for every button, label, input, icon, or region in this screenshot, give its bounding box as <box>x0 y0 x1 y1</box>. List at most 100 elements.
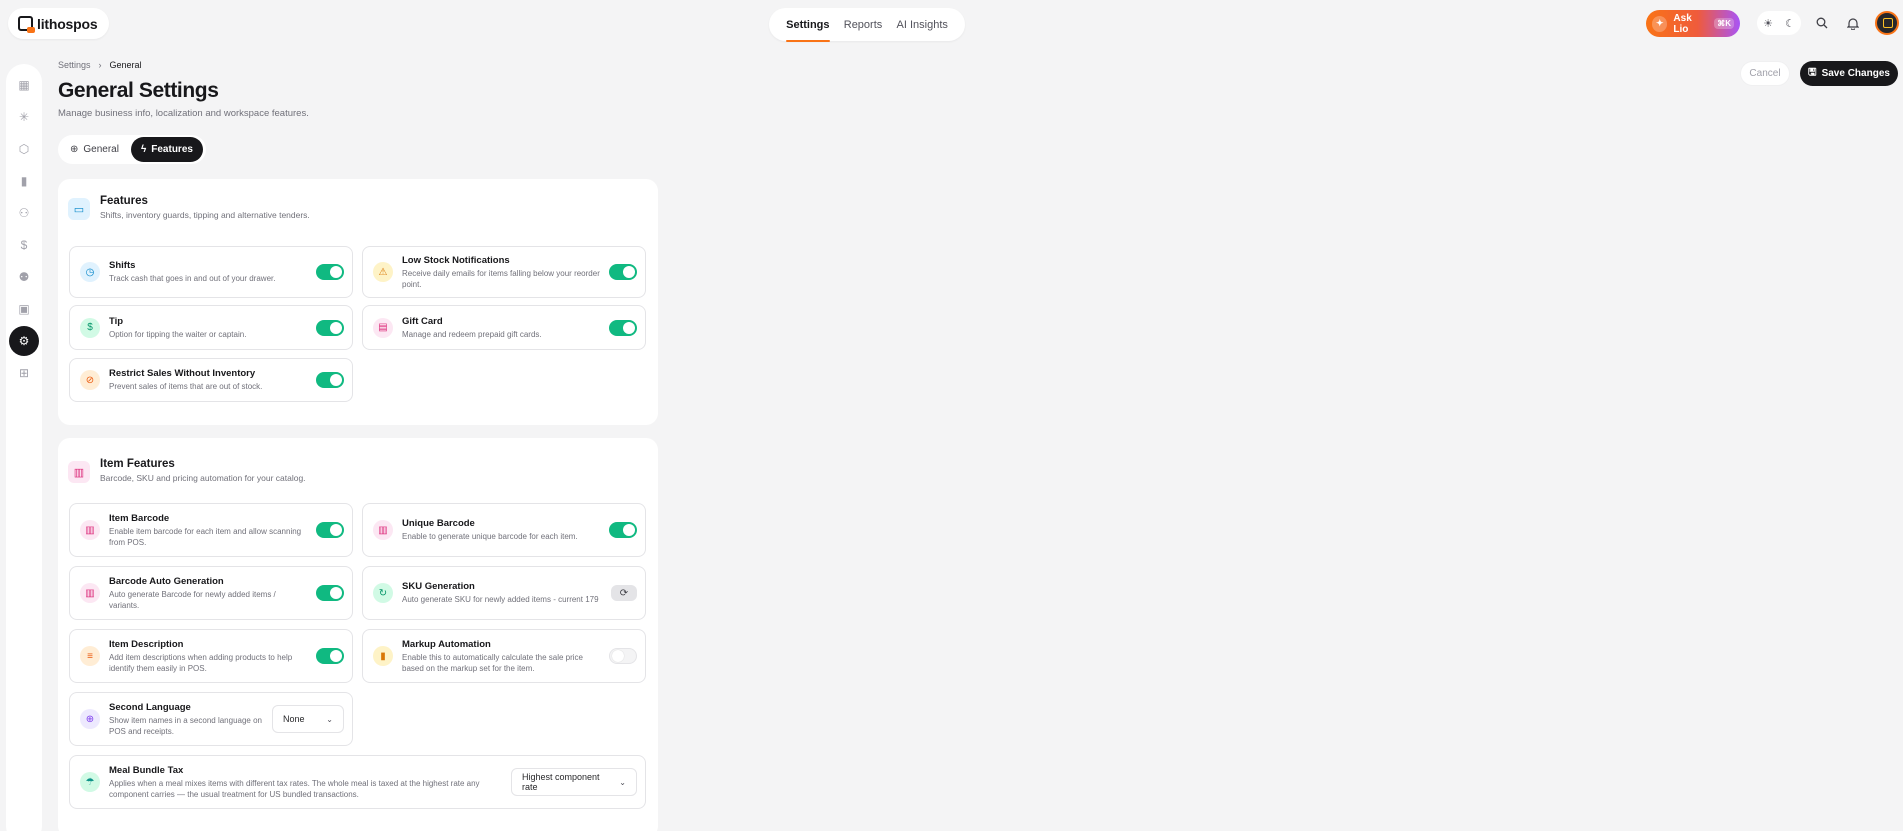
select-value: None <box>283 714 305 724</box>
customers-icon[interactable]: ⚇ <box>10 202 38 224</box>
tab-features-label: Features <box>151 144 193 155</box>
pos-icon[interactable]: ✳ <box>10 106 38 128</box>
sparkle-icon: ✦ <box>1652 15 1668 32</box>
feature-title: Barcode Auto Generation <box>109 575 224 587</box>
feature-title: Item Barcode <box>109 512 170 524</box>
meal-bundle-tax-select[interactable]: Highest component rate ⌄ <box>511 768 637 796</box>
chart-icon: ▮ <box>373 646 393 666</box>
feature-title: Meal Bundle Tax <box>109 764 184 776</box>
chevron-down-icon: ⌄ <box>619 777 626 787</box>
feature-meal-bundle-tax: ☂ Meal Bundle Tax Applies when a meal mi… <box>69 755 646 809</box>
feature-restrict-sales: ⊘ Restrict Sales Without Inventory Preve… <box>69 358 353 402</box>
nav-settings[interactable]: Settings <box>786 19 830 42</box>
moon-icon[interactable]: ☾ <box>1785 17 1795 30</box>
user-avatar[interactable] <box>1875 11 1899 35</box>
feature-desc: Enable item barcode for each item and al… <box>109 526 302 547</box>
shifts-toggle[interactable] <box>316 264 344 280</box>
card-subtitle: Barcode, SKU and pricing automation for … <box>100 473 306 483</box>
umbrella-icon: ☂ <box>80 772 100 792</box>
refresh-icon: ↻ <box>373 583 393 603</box>
page-subtitle: Manage business info, localization and w… <box>58 108 309 119</box>
feature-desc: Enable to generate unique barcode for ea… <box>402 532 578 541</box>
feature-desc: Manage and redeem prepaid gift cards. <box>402 329 542 339</box>
dashboard-icon[interactable]: ▦ <box>10 74 38 96</box>
item-description-toggle[interactable] <box>316 648 344 664</box>
restrict-sales-toggle[interactable] <box>316 372 344 388</box>
breadcrumb-parent[interactable]: Settings <box>58 60 91 70</box>
select-value: Highest component rate <box>522 772 600 792</box>
markup-automation-toggle[interactable] <box>609 648 637 664</box>
feature-tip: $ Tip Option for tipping the waiter or c… <box>69 305 353 350</box>
card-subtitle: Shifts, inventory guards, tipping and al… <box>100 210 310 220</box>
settings-icon[interactable]: ⚙ <box>9 326 39 356</box>
search-icon[interactable] <box>1810 11 1834 35</box>
card-title: Item Features <box>100 458 175 470</box>
sun-icon[interactable]: ☀ <box>1763 17 1773 30</box>
feature-title: Item Description <box>109 638 184 650</box>
ask-lio-label: Ask Lio <box>1673 12 1692 35</box>
feature-shifts: ◷ Shifts Track cash that goes in and out… <box>69 246 353 298</box>
tab-features[interactable]: ϟ Features <box>130 137 203 162</box>
feature-title: Tip <box>109 315 124 327</box>
feature-markup-automation: ▮ Markup Automation Enable this to autom… <box>362 629 646 683</box>
feature-title: SKU Generation <box>402 581 475 592</box>
regenerate-sku-button[interactable]: ⟳ <box>611 585 637 601</box>
feature-gift-card: ▤ Gift Card Manage and redeem prepaid gi… <box>362 305 646 350</box>
theme-switcher: ☀ ☾ <box>1757 11 1801 35</box>
apps-icon[interactable]: ⊞ <box>10 362 38 384</box>
cancel-button[interactable]: Cancel <box>1740 61 1790 86</box>
clock-icon: ◷ <box>80 262 100 282</box>
reports-icon[interactable]: ▮ <box>10 170 38 192</box>
tip-toggle[interactable] <box>316 319 344 336</box>
feature-desc: Applies when a meal mixes items with dif… <box>109 778 480 799</box>
ban-icon: ⊘ <box>80 370 100 390</box>
settings-tabs: ⊕ General ϟ Features <box>58 135 206 164</box>
features-card-header: ▭ Features Shifts, inventory guards, tip… <box>68 195 310 220</box>
ask-lio-button[interactable]: ✦ Ask Lio ⌘K <box>1646 10 1740 37</box>
second-language-select[interactable]: None ⌄ <box>272 705 344 733</box>
item-barcode-toggle[interactable] <box>316 522 344 538</box>
feature-title: Unique Barcode <box>402 518 475 529</box>
feature-title: Low Stock Notifications <box>402 254 510 266</box>
feature-desc: Receive daily emails for items falling b… <box>402 268 600 289</box>
tab-general-label: General <box>83 144 119 155</box>
feature-desc: Prevent sales of items that are out of s… <box>109 382 263 391</box>
gift-icon: ▤ <box>373 317 393 338</box>
feature-desc: Auto generate Barcode for newly added it… <box>109 589 276 610</box>
top-navigation: Settings Reports AI Insights <box>769 8 965 42</box>
feature-second-language: ⊕ Second Language Show item names in a s… <box>69 692 353 746</box>
feature-title: Gift Card <box>402 315 443 327</box>
chevron-right-icon: › <box>98 60 102 70</box>
item-features-card-header: ▥ Item Features Barcode, SKU and pricing… <box>68 458 306 483</box>
inventory-icon[interactable]: ⬡ <box>10 138 38 160</box>
barcode-auto-generation-toggle[interactable] <box>316 585 344 601</box>
bell-icon[interactable] <box>1841 11 1865 35</box>
gift-card-toggle[interactable] <box>609 319 637 336</box>
feature-low-stock: ⚠ Low Stock Notifications Receive daily … <box>362 246 646 298</box>
barcode-icon: ▥ <box>373 520 393 540</box>
app-logo[interactable]: lithospos <box>8 8 110 39</box>
feature-title: Second Language <box>109 701 191 713</box>
general-icon: ⊕ <box>70 144 79 155</box>
page-title: General Settings <box>58 79 219 102</box>
tab-general[interactable]: ⊕ General <box>60 137 129 162</box>
calendar-icon[interactable]: ▣ <box>10 298 38 320</box>
globe-icon: ⊕ <box>80 709 100 729</box>
feature-title: Restrict Sales Without Inventory <box>109 368 256 379</box>
dollar-icon[interactable]: $ <box>10 234 38 256</box>
feature-desc: Option for tipping the waiter or captain… <box>109 329 247 339</box>
logo-icon <box>18 16 35 33</box>
feature-barcode-auto-generation: ▥ Barcode Auto Generation Auto generate … <box>69 566 353 620</box>
feature-unique-barcode: ▥ Unique Barcode Enable to generate uniq… <box>362 503 646 557</box>
nav-ai-insights[interactable]: AI Insights <box>897 19 948 31</box>
unique-barcode-toggle[interactable] <box>609 522 637 538</box>
barcode-icon: ▥ <box>80 583 100 603</box>
lightning-icon: ϟ <box>140 144 147 155</box>
feature-desc: Add item descriptions when adding produc… <box>109 652 293 673</box>
feature-sku-generation: ↻ SKU Generation Auto generate SKU for n… <box>362 566 646 620</box>
save-changes-button[interactable]: 🖫 Save Changes <box>1800 61 1898 86</box>
nav-reports[interactable]: Reports <box>844 19 883 31</box>
logo-text: lithospos <box>37 15 98 32</box>
employees-icon[interactable]: ⚉ <box>10 266 38 288</box>
low-stock-toggle[interactable] <box>609 264 637 280</box>
